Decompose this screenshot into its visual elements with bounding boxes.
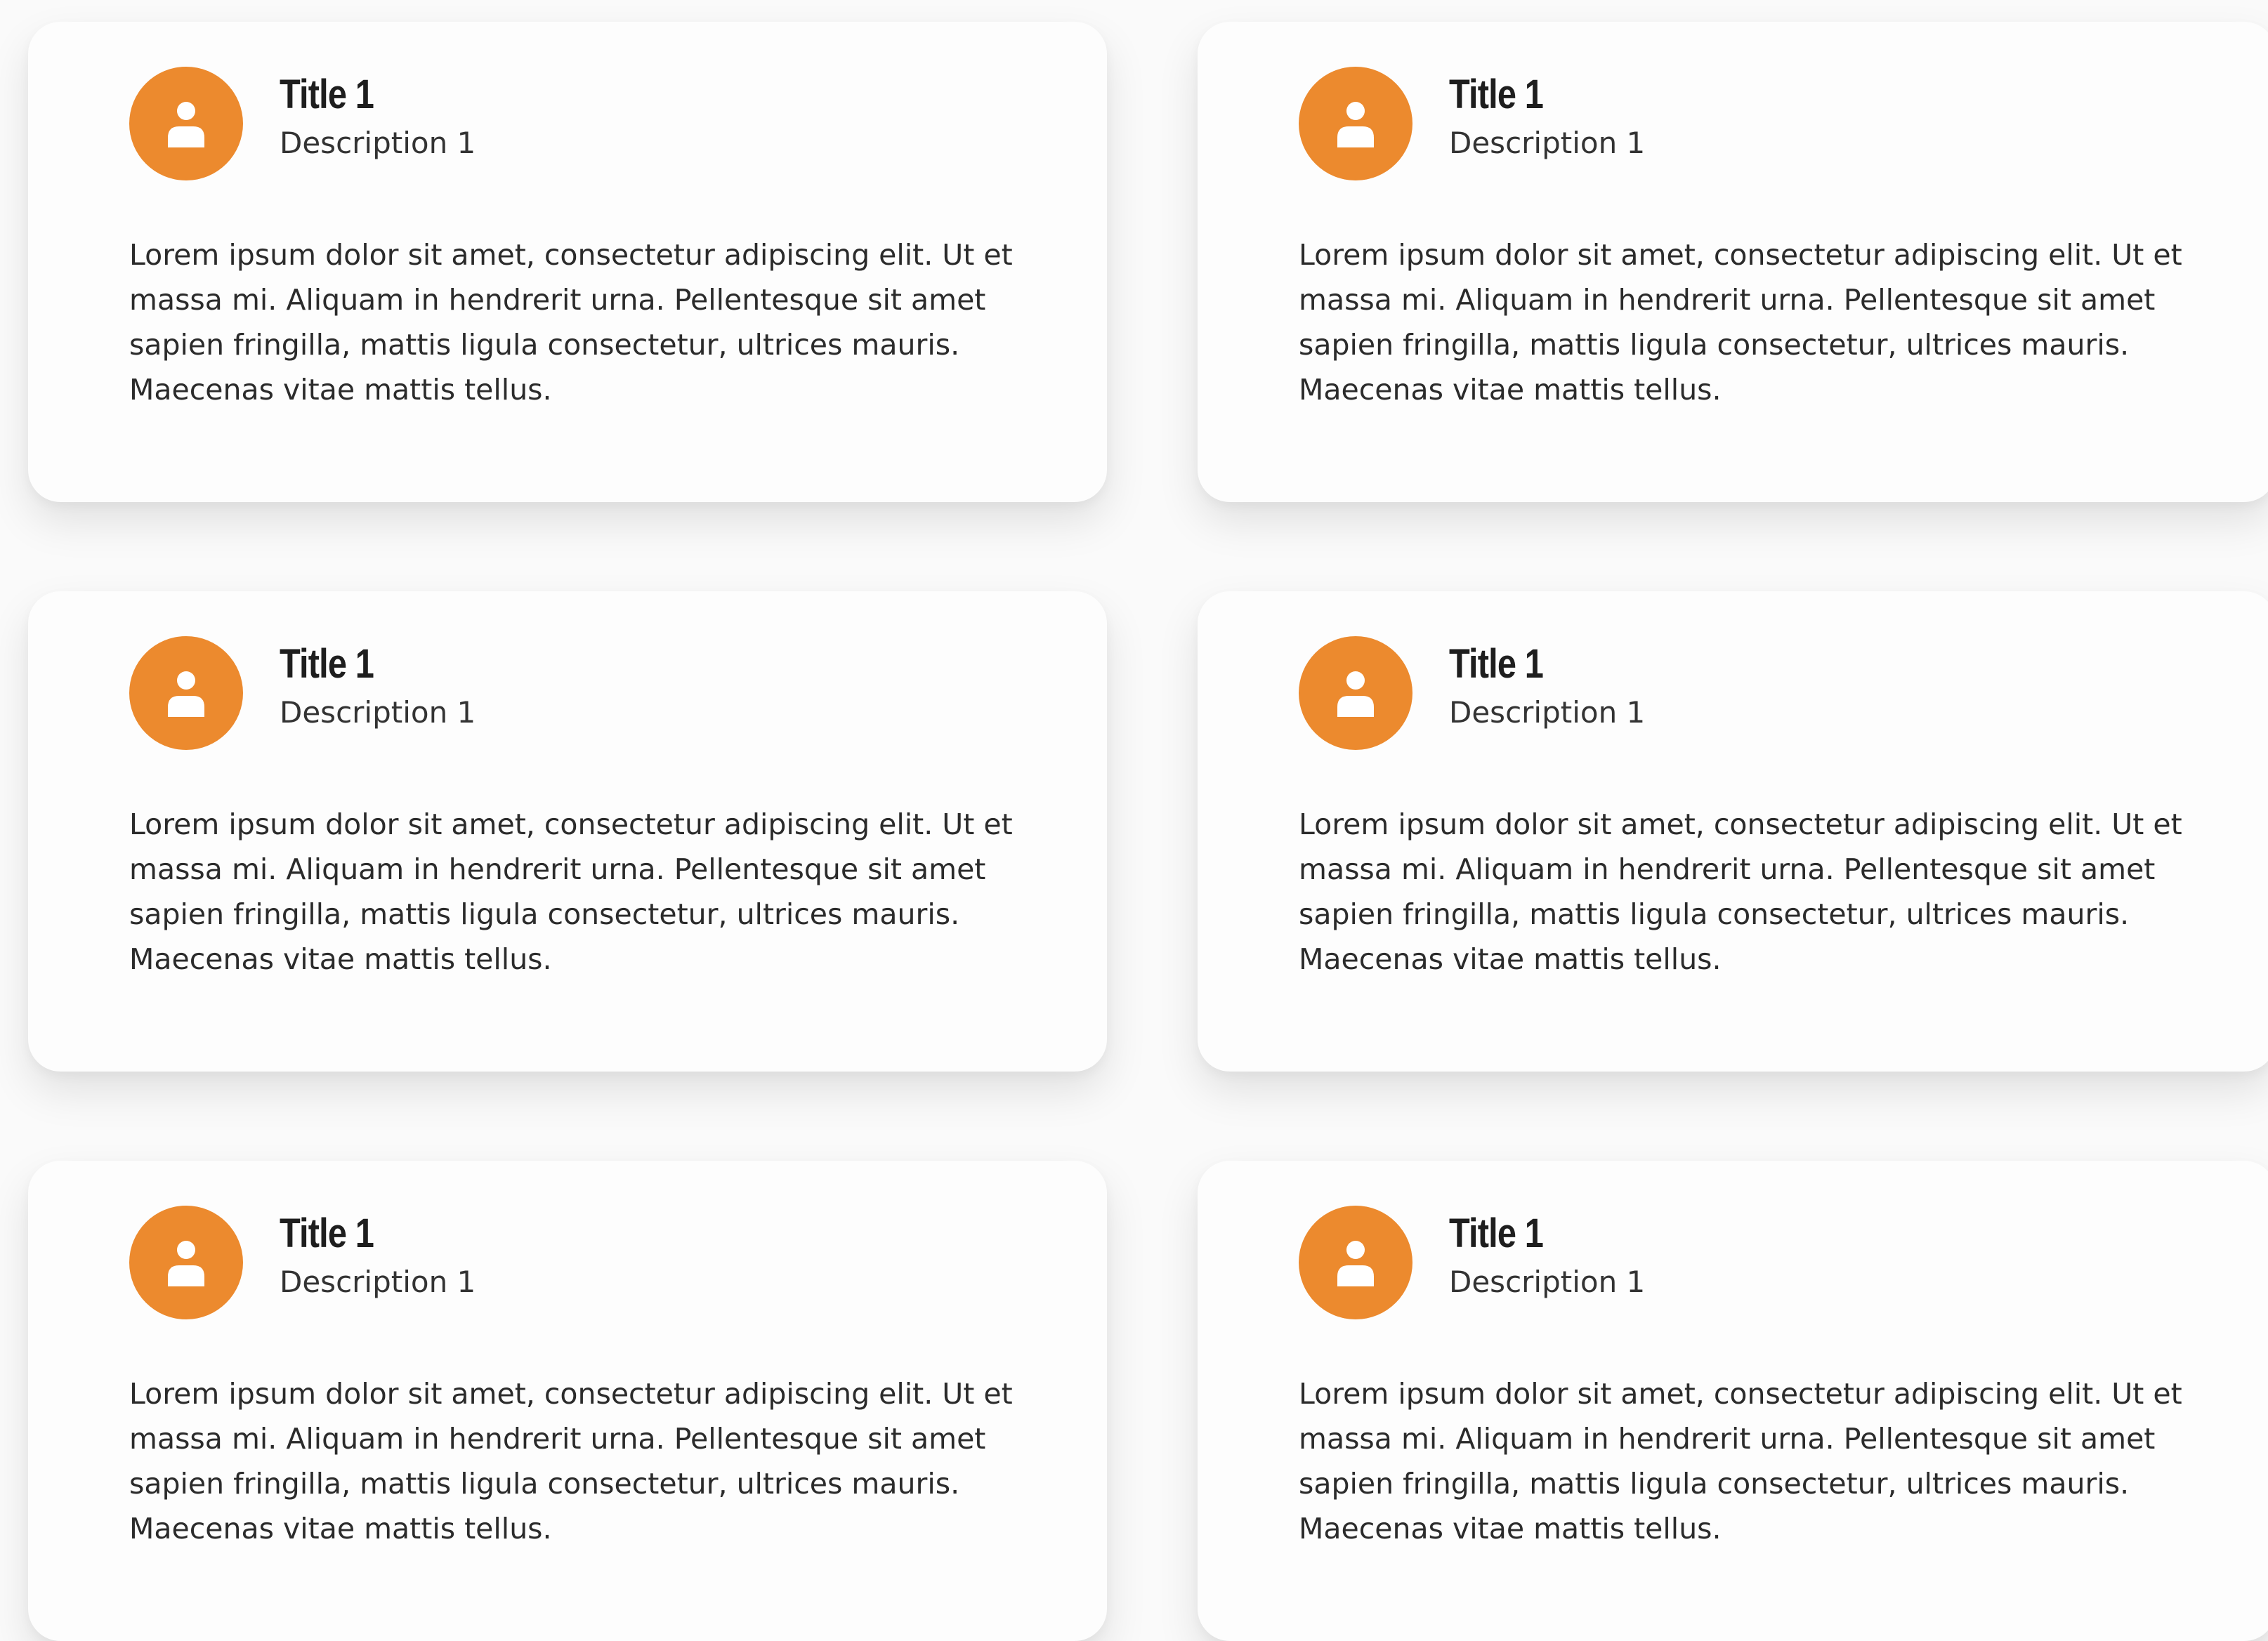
info-card: Title 1 Description 1 Lorem ipsum dolor … (28, 591, 1107, 1072)
card-title: Title 1 (1449, 72, 1544, 117)
card-description: Description 1 (280, 695, 476, 730)
user-icon (168, 102, 204, 147)
info-card: Title 1 Description 1 Lorem ipsum dolor … (1198, 1161, 2268, 1641)
info-card: Title 1 Description 1 Lorem ipsum dolor … (1198, 22, 2268, 502)
card-description: Description 1 (1449, 1265, 1646, 1299)
card-body: Lorem ipsum dolor sit amet, consectetur … (1299, 808, 2182, 976)
card-description: Description 1 (280, 126, 476, 160)
avatar (129, 1206, 243, 1319)
card-description: Description 1 (1449, 695, 1646, 730)
card-body: Lorem ipsum dolor sit amet, consectetur … (129, 808, 1013, 976)
avatar (129, 636, 243, 750)
user-icon (1337, 102, 1374, 147)
user-icon (1337, 1241, 1374, 1286)
card-title: Title 1 (280, 641, 374, 687)
info-card: Title 1 Description 1 Lorem ipsum dolor … (28, 1161, 1107, 1641)
user-icon (1337, 671, 1374, 717)
avatar (1299, 1206, 1412, 1319)
user-icon (168, 671, 204, 717)
avatar (1299, 67, 1412, 180)
card-title: Title 1 (1449, 641, 1544, 687)
card-description: Description 1 (280, 1265, 476, 1299)
card-body: Lorem ipsum dolor sit amet, consectetur … (1299, 238, 2182, 407)
card-title: Title 1 (1449, 1211, 1544, 1256)
info-card: Title 1 Description 1 Lorem ipsum dolor … (1198, 591, 2268, 1072)
card-description: Description 1 (1449, 126, 1646, 160)
info-card: Title 1 Description 1 Lorem ipsum dolor … (28, 22, 1107, 502)
card-title: Title 1 (280, 1211, 374, 1256)
avatar (1299, 636, 1412, 750)
card-body: Lorem ipsum dolor sit amet, consectetur … (129, 1377, 1013, 1546)
card-body: Lorem ipsum dolor sit amet, consectetur … (1299, 1377, 2182, 1546)
card-title: Title 1 (280, 72, 374, 117)
avatar (129, 67, 243, 180)
card-body: Lorem ipsum dolor sit amet, consectetur … (129, 238, 1013, 407)
card-grid: Title 1 Description 1 Lorem ipsum dolor … (0, 0, 2268, 1641)
user-icon (168, 1241, 204, 1286)
